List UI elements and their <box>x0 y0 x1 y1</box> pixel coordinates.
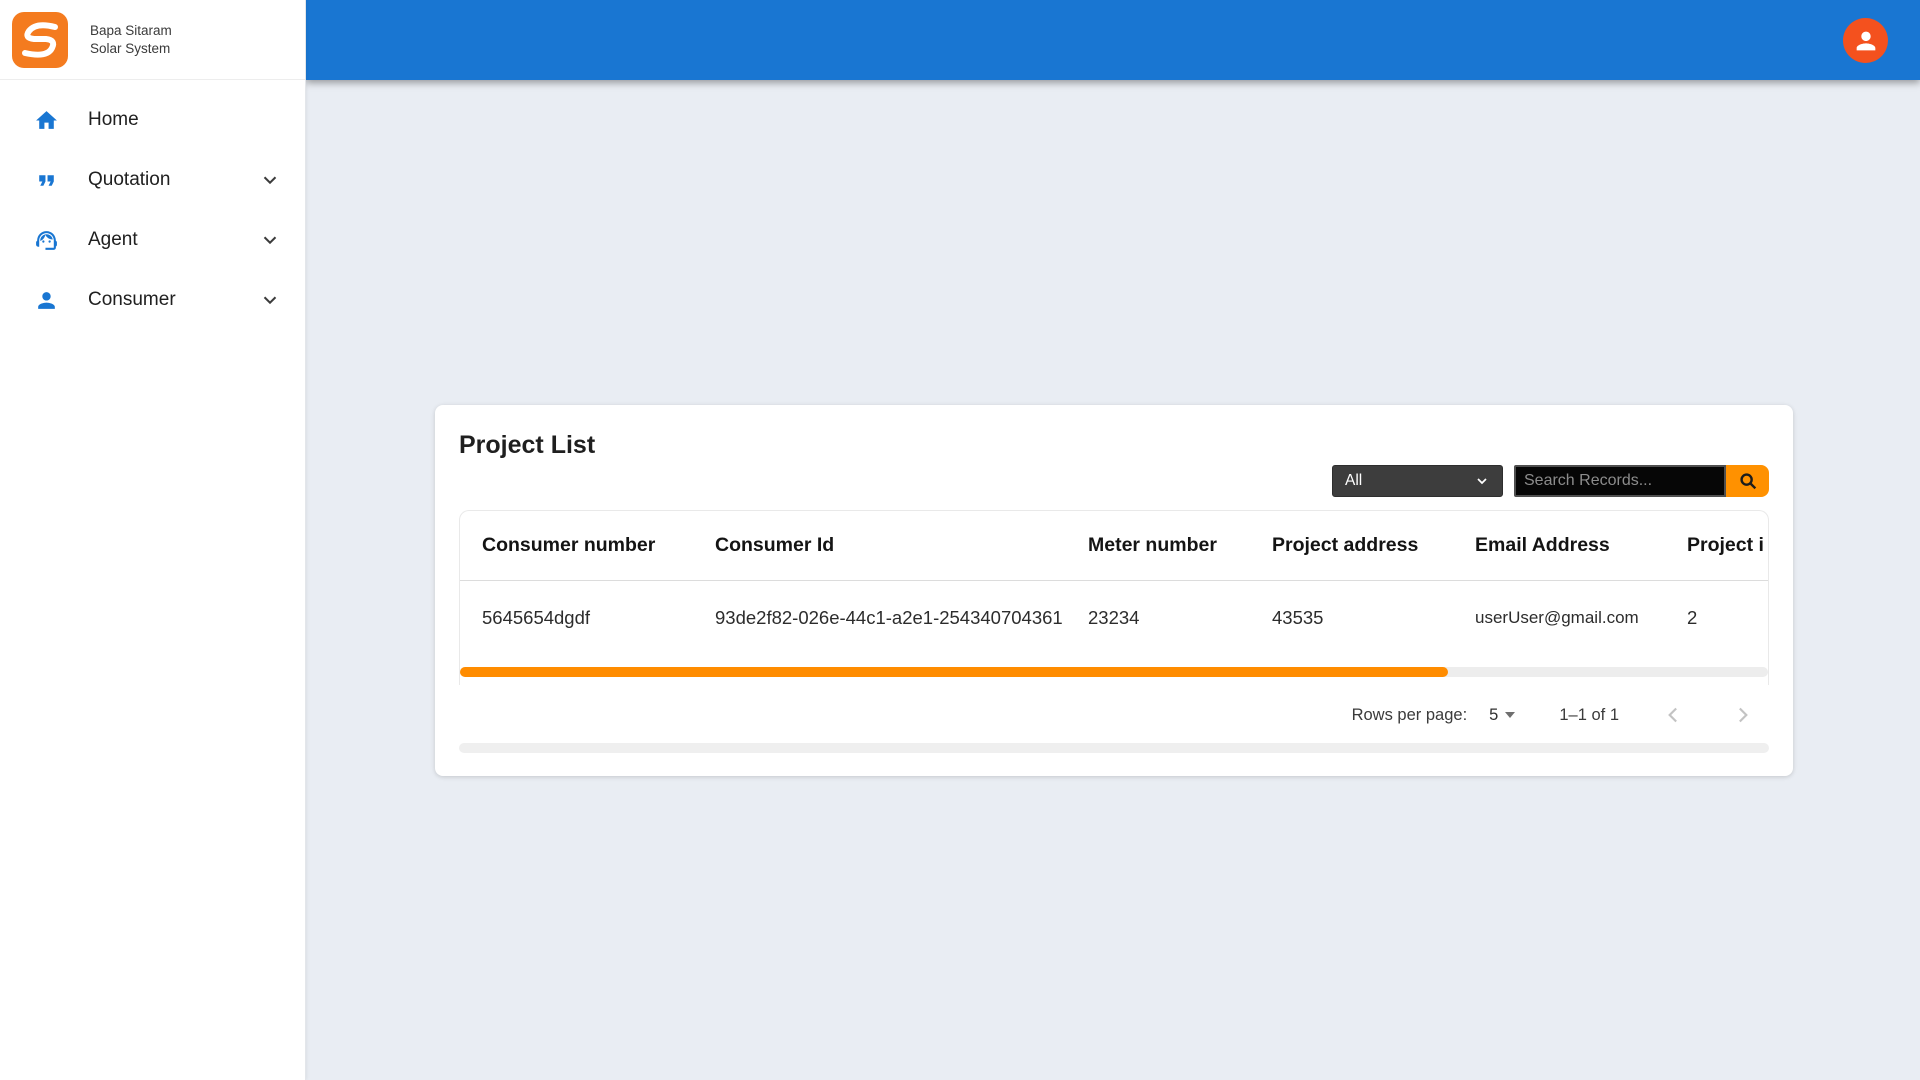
chevron-down-icon <box>1474 473 1490 489</box>
pagination-range-label: 1–1 of 1 <box>1559 706 1619 725</box>
cell-consumer-number: 5645654dgdf <box>460 607 693 629</box>
bottom-scrollbar-track <box>459 743 1769 753</box>
rows-per-page-value: 5 <box>1489 706 1498 725</box>
headset-icon <box>34 228 59 253</box>
next-page-button[interactable] <box>1729 702 1755 728</box>
home-icon <box>34 108 59 133</box>
quote-icon <box>34 168 59 193</box>
cell-consumer-id: 93de2f82-026e-44c1-a2e1-254340704361 <box>693 607 1066 629</box>
sidebar-item-label: Agent <box>88 229 138 251</box>
search-icon <box>1737 470 1759 492</box>
column-header: Project address <box>1250 534 1453 557</box>
column-header: Project i <box>1665 534 1768 557</box>
person-icon <box>34 288 59 313</box>
top-bar <box>306 0 1920 80</box>
column-header: Consumer number <box>460 534 693 557</box>
scrollbar-thumb[interactable] <box>460 667 1448 677</box>
brand-line1: Bapa Sitaram <box>90 22 172 40</box>
chevron-down-icon <box>259 289 281 311</box>
dropdown-arrow-icon <box>1505 712 1515 718</box>
chevron-down-icon <box>259 169 281 191</box>
person-icon <box>1852 27 1880 55</box>
sidebar: Bapa Sitaram Solar System Home Quotation <box>0 0 306 1080</box>
brand-logo-icon <box>12 12 68 68</box>
brand-name: Bapa Sitaram Solar System <box>90 22 172 57</box>
sidebar-item-label: Quotation <box>88 169 170 191</box>
search-group <box>1514 465 1769 497</box>
cell-project-address: 43535 <box>1250 607 1453 629</box>
sidebar-item-agent[interactable]: Agent <box>0 210 305 270</box>
column-header: Meter number <box>1066 534 1250 557</box>
project-list-card: Project List All Consumer number Consume… <box>435 405 1793 776</box>
rows-per-page-label: Rows per page: <box>1352 706 1468 725</box>
cell-meter-number: 23234 <box>1066 607 1250 629</box>
horizontal-scrollbar[interactable] <box>460 667 1768 677</box>
sidebar-item-consumer[interactable]: Consumer <box>0 270 305 330</box>
column-header: Consumer Id <box>693 534 1066 557</box>
brand-line2: Solar System <box>90 40 172 58</box>
previous-page-button[interactable] <box>1661 702 1687 728</box>
table-container: Consumer number Consumer Id Meter number… <box>459 510 1769 685</box>
pagination: Rows per page: 5 1–1 of 1 <box>459 691 1769 739</box>
search-button[interactable] <box>1726 465 1769 497</box>
sidebar-item-label: Home <box>88 109 139 131</box>
sidebar-item-home[interactable]: Home <box>0 90 305 150</box>
user-avatar-button[interactable] <box>1843 18 1888 63</box>
brand: Bapa Sitaram Solar System <box>0 0 305 80</box>
column-header: Email Address <box>1453 534 1665 557</box>
chevron-down-icon <box>259 229 281 251</box>
chevron-right-icon <box>1729 702 1755 728</box>
sidebar-nav: Home Quotation Agent <box>0 80 305 330</box>
filter-select[interactable]: All <box>1332 465 1503 497</box>
sidebar-item-label: Consumer <box>88 289 176 311</box>
cell-email-address: userUser@gmail.com <box>1453 608 1665 628</box>
table-toolbar: All <box>459 465 1769 497</box>
sidebar-item-quotation[interactable]: Quotation <box>0 150 305 210</box>
page-title: Project List <box>459 431 1769 460</box>
table-header-row: Consumer number Consumer Id Meter number… <box>460 511 1768 581</box>
chevron-left-icon <box>1661 702 1687 728</box>
cell-project-id: 2 <box>1665 607 1768 629</box>
search-input[interactable] <box>1514 465 1726 497</box>
rows-per-page-select[interactable]: 5 <box>1489 706 1515 725</box>
filter-selected-value: All <box>1345 472 1362 490</box>
table-row[interactable]: 5645654dgdf 93de2f82-026e-44c1-a2e1-2543… <box>460 581 1768 655</box>
